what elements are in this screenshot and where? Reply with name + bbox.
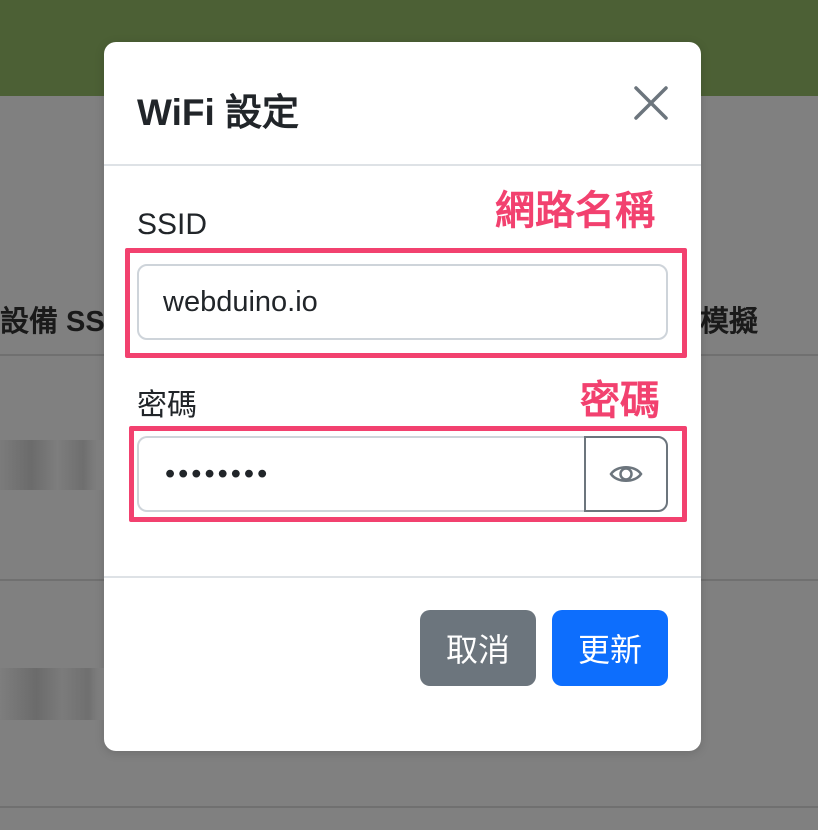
background-column-header-simulate: 模擬 bbox=[700, 306, 759, 338]
password-input[interactable] bbox=[137, 436, 586, 512]
background-row-divider bbox=[0, 806, 818, 808]
close-icon bbox=[634, 86, 668, 120]
password-annotation-label: 密碼 bbox=[580, 379, 660, 423]
toggle-password-visibility-button[interactable] bbox=[584, 436, 668, 512]
ssid-annotation-label: 網路名稱 bbox=[495, 189, 655, 233]
close-button[interactable] bbox=[626, 82, 676, 128]
password-input-group bbox=[137, 436, 668, 512]
cancel-button[interactable]: 取消 bbox=[420, 610, 536, 686]
dialog-header: WiFi 設定 bbox=[104, 42, 701, 166]
dialog-footer-divider bbox=[104, 576, 701, 578]
password-label: 密碼 bbox=[137, 389, 197, 422]
eye-icon bbox=[609, 466, 643, 482]
pixelated-device-id bbox=[0, 440, 104, 490]
pixelated-device-id bbox=[0, 668, 104, 720]
background-column-header-ssid: 設備 SSID bbox=[0, 306, 104, 338]
update-button[interactable]: 更新 bbox=[552, 610, 668, 686]
ssid-input[interactable] bbox=[137, 264, 668, 340]
dialog-title: WiFi 設定 bbox=[137, 92, 300, 133]
wifi-settings-dialog: WiFi 設定 網路名稱 SSID 密碼 密碼 取消 更新 bbox=[104, 42, 701, 751]
ssid-label: SSID bbox=[137, 208, 208, 241]
